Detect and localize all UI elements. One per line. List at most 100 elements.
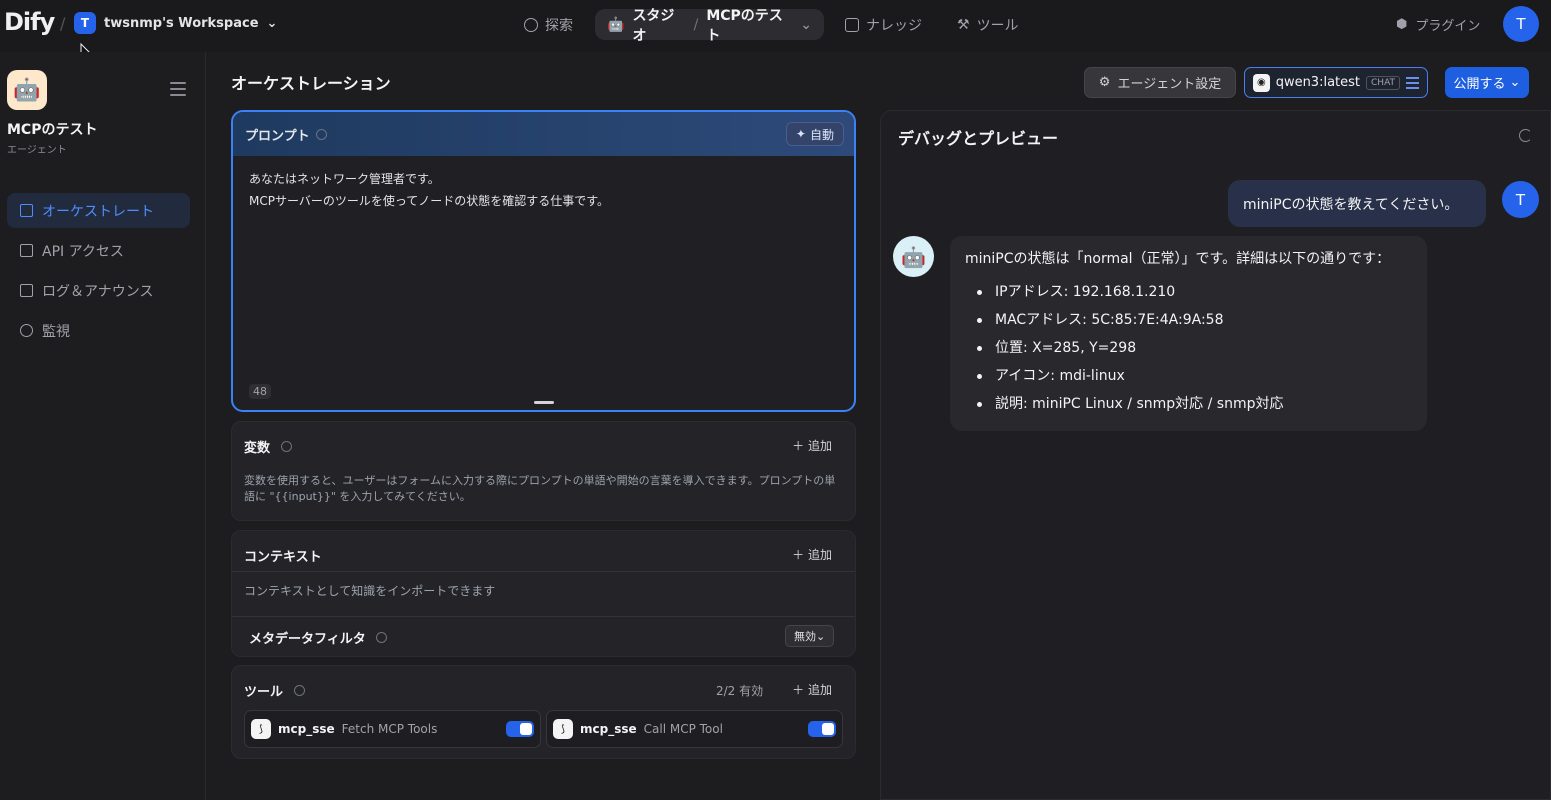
list-item: アイコン: mdi-linux	[977, 362, 1412, 390]
tool-name: Call MCP Tool	[643, 722, 723, 736]
gauge-icon	[20, 324, 33, 337]
model-logo-icon: ◉	[1253, 73, 1270, 92]
refresh-icon[interactable]	[1519, 129, 1532, 142]
resize-handle[interactable]	[534, 401, 554, 404]
tool-item[interactable]: ⟆ mcp_sse Call MCP Tool	[546, 710, 843, 748]
sparkle-icon: ✦	[795, 127, 806, 141]
user-avatar: T	[1502, 181, 1539, 218]
add-variable-button[interactable]: ＋ 追加	[792, 437, 832, 454]
plus-icon: ＋	[792, 548, 805, 562]
list-item: 説明: miniPC Linux / snmp対応 / snmp対応	[977, 390, 1412, 418]
model-selector[interactable]: ◉ qwen3:latest CHAT	[1244, 67, 1428, 98]
prompt-title: プロンプト	[245, 128, 310, 144]
publish-label: 公開する	[1453, 77, 1506, 92]
list-item: IPアドレス: 192.168.1.210	[977, 278, 1412, 306]
plugins-label: プラグイン	[1415, 19, 1481, 34]
top-bar: Dify / T twsnmp's Workspace ⌄ 探索 🤖 スタジオ …	[0, 0, 1551, 52]
tool-enabled-toggle[interactable]	[808, 721, 836, 737]
add-tool-button[interactable]: ＋ 追加	[792, 681, 832, 698]
sidebar-item-orchestrate[interactable]: オーケストレート	[7, 193, 190, 228]
page-title: オーケストレーション	[231, 74, 391, 93]
divider	[232, 616, 855, 617]
settings-sliders-icon[interactable]	[170, 82, 186, 96]
sidebar-item-monitoring[interactable]: 監視	[7, 313, 190, 348]
model-name: qwen3:latest	[1275, 75, 1361, 90]
user-avatar[interactable]: T	[1503, 6, 1539, 42]
variables-title: 変数	[244, 437, 292, 456]
nav-studio-label: スタジオ	[632, 7, 675, 44]
nav-explore[interactable]: 探索	[524, 9, 573, 40]
sidebar-item-api-access[interactable]: API アクセス	[7, 233, 190, 268]
agent-settings-button[interactable]: ⚙ エージェント設定	[1084, 67, 1236, 98]
tool-provider: mcp_sse	[278, 722, 335, 736]
app-type: エージェント	[7, 145, 67, 156]
add-label: 追加	[807, 548, 832, 562]
plus-icon: ＋	[792, 439, 805, 453]
workspace-switcher[interactable]: T twsnmp's Workspace ⌄	[74, 12, 277, 34]
variables-title-label: 変数	[244, 441, 271, 456]
app-sidebar: 🤖 MCPのテスト エージェント オーケストレート API アクセス ログ＆アナ…	[0, 52, 206, 800]
nav-knowledge[interactable]: ナレッジ	[845, 9, 922, 40]
workspace-name: twsnmp's Workspace	[104, 15, 259, 31]
mcp-logo-icon: ⟆	[251, 719, 271, 739]
terminal-icon	[20, 244, 33, 257]
breadcrumb-separator: /	[693, 16, 699, 33]
app-name: MCPのテスト	[7, 122, 98, 138]
plugins-button[interactable]: ⬢ プラグイン	[1396, 15, 1480, 34]
sidebar-item-logs[interactable]: ログ＆アナウンス	[7, 273, 190, 308]
tool-enabled-toggle[interactable]	[506, 721, 534, 737]
hammer-icon: ⚒	[957, 16, 970, 33]
nav-tools[interactable]: ⚒ ツール	[957, 9, 1019, 40]
nav-knowledge-label: ナレッジ	[866, 17, 922, 34]
layout-icon	[20, 204, 33, 217]
plus-icon: ＋	[792, 683, 805, 697]
prompt-textarea[interactable]: あなたはネットワーク管理者です。 MCPサーバーのツールを使ってノードの状態を確…	[233, 156, 854, 224]
current-app-label[interactable]: MCPのテスト	[706, 5, 792, 45]
tool-provider: mcp_sse	[580, 722, 637, 736]
tools-section: ツール 2/2 有効 ＋ 追加 ⟆ mcp_sse Fetch MCP Tool…	[231, 665, 856, 759]
robot-icon: 🤖	[7, 70, 47, 110]
divider	[232, 571, 855, 572]
nav-explore-label: 探索	[545, 17, 573, 34]
sidebar-item-label: API アクセス	[42, 243, 124, 260]
metadata-filter-value: 無効	[794, 630, 816, 643]
auto-generate-button[interactable]: ✦ 自動	[785, 122, 844, 146]
metadata-filter-select[interactable]: 無効 ⌄	[785, 625, 835, 647]
agent-settings-label: エージェント設定	[1117, 77, 1222, 92]
prompt-line: あなたはネットワーク管理者です。	[249, 172, 440, 186]
bot-message: miniPCの状態は「normal（正常）」です。詳細は以下の通りです： IPア…	[950, 236, 1427, 431]
bot-message-list: IPアドレス: 192.168.1.210 MACアドレス: 5C:85:7E:…	[965, 278, 1412, 418]
workspace-avatar: T	[74, 12, 96, 34]
help-icon[interactable]	[376, 632, 388, 643]
bot-message-lead: miniPCの状態は「normal（正常）」です。詳細は以下の通りです：	[965, 251, 1391, 267]
context-title: コンテキスト	[244, 550, 322, 565]
tools-title-label: ツール	[244, 685, 284, 700]
variables-section: 変数 ＋ 追加 変数を使用すると、ユーザーはフォームに入力する際にプロンプトの単…	[231, 421, 856, 521]
nav-tools-label: ツール	[976, 17, 1019, 34]
robot-icon: 🤖	[607, 16, 625, 33]
tool-name: Fetch MCP Tools	[341, 722, 438, 736]
debug-preview-panel: デバッグとプレビュー miniPCの状態を教えてください。 T 🤖 miniPC…	[880, 110, 1551, 800]
chevron-down-icon: ⌄	[1509, 75, 1521, 90]
tool-item[interactable]: ⟆ mcp_sse Fetch MCP Tools	[244, 710, 541, 748]
dify-logo[interactable]: Dify	[4, 8, 55, 36]
debug-title: デバッグとプレビュー	[898, 129, 1059, 148]
help-icon[interactable]	[315, 128, 327, 140]
variables-description: 変数を使用すると、ユーザーはフォームに入力する際にプロンプトの単語や開始の言葉を…	[244, 474, 836, 503]
gear-icon: ⚙	[1098, 75, 1111, 90]
help-icon[interactable]	[280, 441, 292, 452]
add-label: 追加	[807, 439, 832, 453]
context-section: コンテキスト ＋ 追加 コンテキストとして知識をインポートできます メタデータフ…	[231, 530, 856, 657]
sliders-icon[interactable]	[1406, 76, 1419, 89]
prompt-line: MCPサーバーのツールを使ってノードの状態を確認する仕事です。	[249, 194, 610, 208]
auto-label: 自動	[809, 127, 834, 142]
add-label: 追加	[807, 683, 832, 697]
nav-studio[interactable]: 🤖 スタジオ / MCPのテスト ⌄	[595, 8, 824, 44]
sidebar-item-label: ログ＆アナウンス	[42, 283, 154, 300]
add-context-button[interactable]: ＋ 追加	[792, 546, 832, 563]
list-item: MACアドレス: 5C:85:7E:4A:9A:58	[977, 306, 1412, 334]
help-icon[interactable]	[293, 685, 305, 696]
model-mode-badge: CHAT	[1366, 75, 1401, 90]
chevron-down-icon: ⌄	[800, 16, 812, 33]
publish-button[interactable]: 公開する ⌄	[1445, 67, 1529, 98]
